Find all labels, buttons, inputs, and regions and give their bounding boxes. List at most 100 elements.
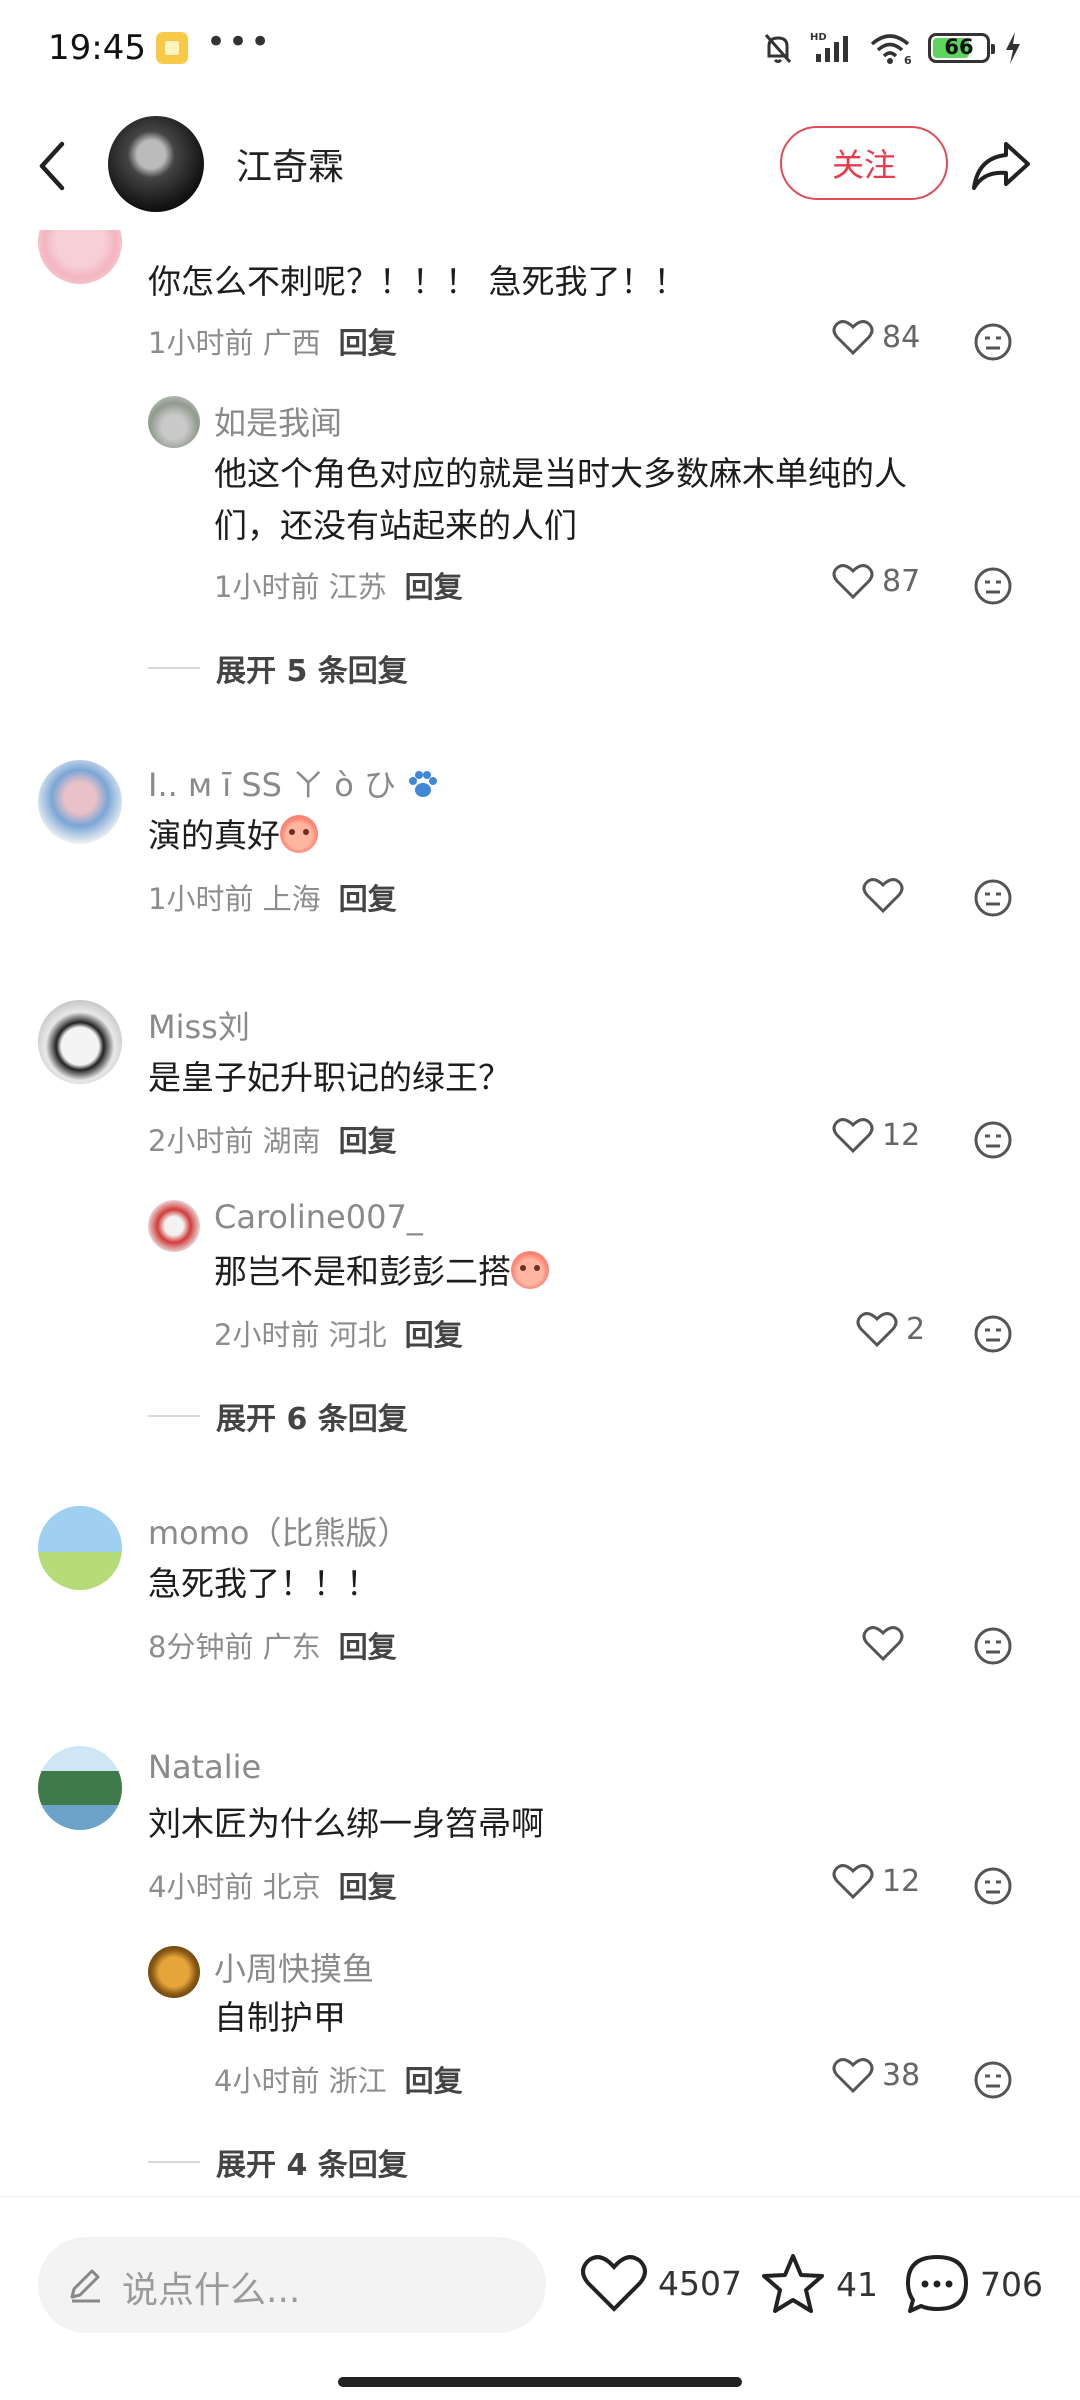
pencil-icon — [70, 2269, 100, 2303]
comment-text-content: 演的真好 — [148, 816, 280, 855]
reply-text-line[interactable]: 们，还没有站起来的人们 — [214, 500, 577, 552]
heart-icon — [581, 2255, 647, 2312]
home-indicator[interactable] — [338, 2377, 742, 2387]
author-avatar[interactable] — [108, 116, 204, 212]
commenter-name[interactable]: momo（比熊版） — [148, 1508, 410, 1554]
reply-time-location: 1小时前 江苏 — [214, 570, 387, 604]
dislike-face-icon[interactable] — [973, 322, 1013, 362]
header: 江奇霖 关注 — [0, 100, 1080, 230]
star-icon — [762, 2254, 824, 2313]
comment-text[interactable]: 急死我了！！！ — [148, 1558, 379, 1610]
reply-text[interactable]: 自制护甲 — [214, 1992, 346, 2044]
heart-icon — [832, 564, 874, 600]
status-right-icons: HD 6 66 — [760, 30, 1022, 66]
heart-icon — [832, 320, 874, 356]
reply-button[interactable]: 回复 — [405, 570, 463, 604]
comment-text[interactable]: 是皇子妃升职记的绿王？ — [148, 1052, 511, 1104]
like-button[interactable]: 12 — [832, 1862, 920, 1900]
commenter-avatar[interactable] — [38, 230, 122, 284]
heart-icon[interactable] — [862, 1624, 904, 1662]
share-icon[interactable] — [970, 138, 1032, 194]
reply-time-location: 2小时前 河北 — [214, 1318, 387, 1352]
battery-icon: 66 — [928, 33, 995, 63]
expand-divider — [148, 2161, 200, 2163]
comment-input[interactable]: 说点什么... — [38, 2237, 546, 2333]
svg-text:6: 6 — [904, 54, 912, 66]
commenter-avatar[interactable] — [38, 760, 122, 844]
dislike-face-icon[interactable] — [973, 878, 1013, 918]
dislike-face-icon[interactable] — [973, 2060, 1013, 2100]
comments-button[interactable]: 706 — [904, 2253, 1043, 2315]
comment-meta: 1小时前 上海 回复 — [148, 876, 397, 918]
comment-meta: 2小时前 湖南 回复 — [148, 1118, 397, 1160]
comment-input-placeholder: 说点什么... — [122, 2270, 301, 2311]
commenter-avatar[interactable] — [38, 1506, 122, 1590]
comment-list[interactable]: 你怎么不刺呢？！！！ 急死我了！！ 1小时前 广西 回复 84 如是我闻 他这个角… — [0, 230, 1080, 2196]
expand-divider — [148, 1415, 200, 1417]
dislike-face-icon[interactable] — [973, 1626, 1013, 1666]
reply-text-content: 那岂不是和彭彭二搭 — [214, 1252, 511, 1291]
reply-button[interactable]: 回复 — [339, 326, 397, 360]
bottom-action-bar: 说点什么... 4507 41 706 — [0, 2196, 1080, 2400]
reply-button[interactable]: 回复 — [339, 1630, 397, 1664]
like-button[interactable]: 87 — [832, 562, 920, 600]
reply-button[interactable]: 回复 — [405, 2064, 463, 2098]
reply-time-location: 4小时前 浙江 — [214, 2064, 387, 2098]
like-button[interactable]: 2 — [856, 1310, 925, 1348]
like-count: 2 — [906, 1311, 926, 1347]
commenter-name[interactable]: Natalie — [148, 1748, 261, 1786]
commenter-name[interactable]: Miss刘 — [148, 1002, 250, 1048]
comment-bubble-icon — [906, 2255, 968, 2313]
replier-avatar[interactable] — [148, 1946, 200, 1998]
dislike-face-icon[interactable] — [973, 566, 1013, 606]
author-name[interactable]: 江奇霖 — [236, 138, 344, 190]
reply-button[interactable]: 回复 — [339, 882, 397, 916]
post-like-count: 4507 — [658, 2263, 742, 2303]
reply-text-line[interactable]: 他这个角色对应的就是当时大多数麻木单纯的人 — [214, 448, 907, 500]
replier-name[interactable]: 小周快摸鱼 — [214, 1944, 374, 1990]
comment-meta: 4小时前 北京 回复 — [148, 1864, 397, 1906]
like-count: 12 — [882, 1863, 921, 1899]
replier-avatar[interactable] — [148, 396, 200, 448]
dislike-face-icon[interactable] — [973, 1866, 1013, 1906]
dislike-face-icon[interactable] — [973, 1120, 1013, 1160]
reply-button[interactable]: 回复 — [339, 1870, 397, 1904]
reply-text[interactable]: 那岂不是和彭彭二搭 — [214, 1246, 549, 1298]
comment-time-location: 4小时前 北京 — [148, 1870, 321, 1904]
expand-replies-button[interactable]: 展开 6 条回复 — [216, 1394, 408, 1438]
comment-text[interactable]: 刘木匠为什么绑一身笤帚啊 — [148, 1798, 544, 1850]
reply-button[interactable]: 回复 — [339, 1124, 397, 1158]
heart-icon — [832, 1118, 874, 1154]
heart-icon[interactable] — [862, 876, 904, 914]
like-post-button[interactable]: 4507 — [580, 2253, 742, 2313]
commenter-avatar[interactable] — [38, 1000, 122, 1084]
replier-name[interactable]: 如是我闻 — [214, 398, 342, 444]
replier-name[interactable]: Caroline007_ — [214, 1198, 423, 1236]
like-button[interactable]: 84 — [832, 318, 920, 356]
like-count: 87 — [882, 563, 921, 599]
charging-bolt-icon — [1006, 32, 1020, 64]
comment-text[interactable]: 演的真好 — [148, 810, 318, 862]
follow-button[interactable]: 关注 — [780, 126, 948, 200]
heart-icon — [832, 1864, 874, 1900]
replier-avatar[interactable] — [148, 1200, 200, 1252]
back-arrow-icon[interactable] — [34, 138, 70, 194]
expand-replies-button[interactable]: 展开 5 条回复 — [216, 646, 408, 690]
mute-bell-icon — [764, 34, 792, 63]
favorite-count: 41 — [836, 2264, 878, 2304]
dislike-face-icon[interactable] — [973, 1314, 1013, 1354]
status-bar: 19:45 ••• HD 6 66 — [0, 0, 1080, 100]
comment-time-location: 8分钟前 广东 — [148, 1630, 321, 1664]
notification-app-icon — [156, 32, 188, 64]
like-button[interactable]: 38 — [832, 2056, 920, 2094]
like-button[interactable]: 12 — [832, 1116, 920, 1154]
commenter-name[interactable]: I.. ᴍ ī SS ㄚ ò ひ — [148, 760, 440, 806]
expand-replies-button[interactable]: 展开 4 条回复 — [216, 2140, 408, 2184]
comment-text[interactable]: 你怎么不刺呢？！！！ 急死我了！！ — [148, 256, 687, 308]
battery-level: 66 — [944, 35, 974, 59]
favorite-button[interactable]: 41 — [760, 2253, 878, 2315]
commenter-name-text: I.. ᴍ ī SS ㄚ ò ひ — [148, 766, 397, 804]
like-count: 84 — [882, 319, 921, 355]
commenter-avatar[interactable] — [38, 1746, 122, 1830]
reply-button[interactable]: 回复 — [405, 1318, 463, 1352]
